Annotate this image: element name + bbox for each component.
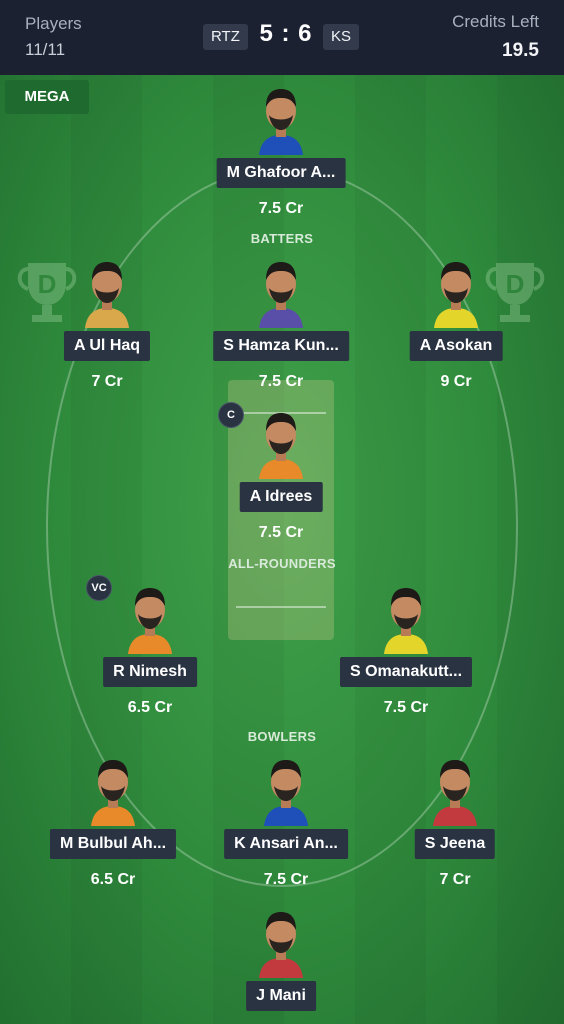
svg-text:D: D [506, 269, 525, 299]
player-name: A Idrees [239, 482, 323, 512]
player-name: J Mani [246, 981, 316, 1011]
player-credit: 7 Cr [439, 871, 471, 888]
player-credit: 7.5 Cr [383, 699, 429, 716]
player-credit: 9 Cr [440, 373, 472, 390]
trophy-emblem-icon: D [485, 263, 545, 322]
player-credit: 7 Cr [91, 373, 123, 390]
player-name: A Ul Haq [63, 331, 151, 361]
players-count: 11/11 [25, 40, 66, 59]
player-avatar-icon [128, 588, 172, 654]
trophy-emblem-icon: D [17, 263, 77, 322]
player-avatar-icon [259, 262, 303, 328]
player-avatar-icon [259, 89, 303, 155]
crease-bottom [236, 606, 326, 608]
player-credit: 7.5 Cr [263, 871, 309, 888]
team-split-score: 5 : 6 [259, 20, 313, 47]
player-credit: 7.5 Cr [258, 373, 304, 390]
player-name: S Hamza Kun... [213, 331, 349, 361]
player-avatar-icon [259, 912, 303, 978]
player-avatar-icon [264, 760, 308, 826]
cricket-field: D D MEGA BATTERS ALL-ROUNDERS BOWLERS M … [0, 75, 564, 1024]
player-name: S Jeena [414, 829, 496, 859]
player-avatar-icon [433, 760, 477, 826]
player-name: M Bulbul Ah... [49, 829, 177, 859]
player-credit: 7.5 Cr [258, 524, 304, 541]
team-left-badge: RTZ [203, 24, 248, 50]
player-name: K Ansari An... [224, 829, 348, 859]
contest-mode-badge: MEGA [5, 80, 89, 114]
section-label-batters: BATTERS [250, 231, 314, 246]
player-avatar-icon [259, 413, 303, 479]
captain-badge: C [218, 402, 244, 428]
credits-left-label: Credits Left [452, 12, 539, 31]
player-name: S Omanakutt... [339, 657, 473, 687]
players-label: Players [25, 14, 82, 33]
player-name: M Ghafoor A... [216, 158, 346, 188]
player-avatar-icon [434, 262, 478, 328]
player-name: R Nimesh [103, 657, 197, 687]
team-right-badge: KS [323, 24, 360, 50]
svg-text:D: D [38, 269, 57, 299]
player-credit: 7.5 Cr [258, 200, 304, 217]
section-label-all-rounders: ALL-ROUNDERS [228, 556, 336, 571]
section-label-bowlers: BOWLERS [247, 729, 317, 744]
player-avatar-icon [91, 760, 135, 826]
credits-left-value: 19.5 [502, 40, 539, 61]
player-credit: 6.5 Cr [127, 699, 173, 716]
player-avatar-icon [85, 262, 129, 328]
player-credit: 6.5 Cr [90, 871, 136, 888]
vice-captain-badge: VC [86, 575, 112, 601]
player-avatar-icon [384, 588, 428, 654]
team-header: Players 11/11 RTZ 5 : 6 KS Credits Left … [0, 0, 564, 75]
player-name: A Asokan [409, 331, 503, 361]
